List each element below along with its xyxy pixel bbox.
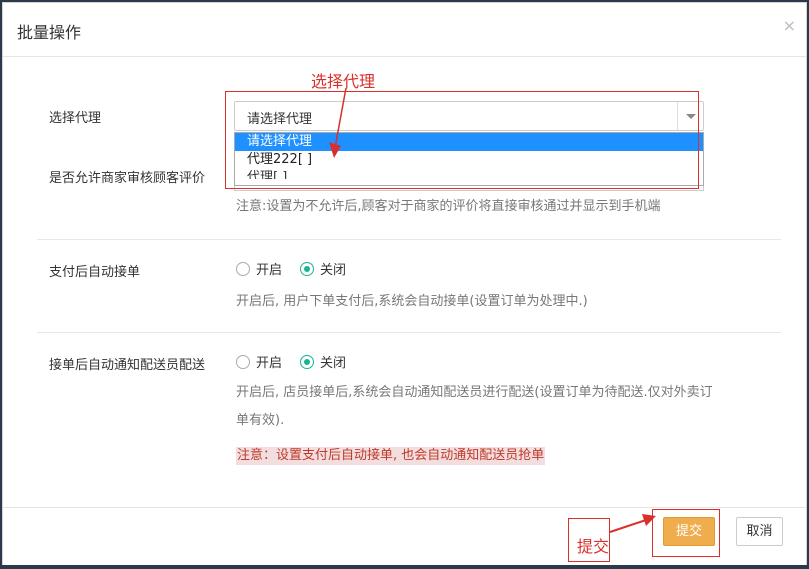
auto-notify-note-line1: 开启后, 店员接单后,系统会自动通知配送员进行配送(设置订单为待配送.仅对外卖订 <box>236 385 713 400</box>
auto-accept-off-label[interactable]: 关闭 <box>320 259 346 278</box>
modal-title: 批量操作 <box>17 23 82 42</box>
auto-accept-label: 支付后自动接单 <box>49 265 141 280</box>
divider <box>37 332 781 333</box>
auto-accept-off-radio[interactable] <box>300 261 315 276</box>
auto-notify-note-line2: 单有效). <box>236 413 285 428</box>
batch-operation-modal: 批量操作 × 选择代理 是否允许商家审核顾客评价 注意:设置为不允许后,顾客对于… <box>2 2 807 567</box>
auto-notify-label: 接单后自动通知配送员配送 <box>49 358 206 373</box>
divider <box>37 239 781 240</box>
agent-label: 选择代理 <box>49 111 102 126</box>
cancel-button[interactable]: 取消 <box>736 517 783 546</box>
auto-accept-on-radio[interactable] <box>236 261 250 276</box>
select-callout-box <box>225 91 699 189</box>
review-label: 是否允许商家审核顾客评价 <box>49 171 206 186</box>
submit-callout-text: 提交 <box>577 537 610 556</box>
select-callout-arrow <box>329 87 347 158</box>
auto-accept-on-label[interactable]: 开启 <box>256 259 282 278</box>
close-icon[interactable]: × <box>783 16 796 36</box>
submit-highlight-box <box>652 509 720 557</box>
auto-notify-radio-group: 开启 关闭 <box>236 352 364 371</box>
auto-notify-off-label[interactable]: 关闭 <box>320 352 346 371</box>
modal-header: 批量操作 × <box>3 3 806 57</box>
auto-notify-on-radio[interactable] <box>236 354 250 369</box>
submit-callout-arrow <box>609 514 656 533</box>
auto-notify-on-label[interactable]: 开启 <box>256 352 282 371</box>
auto-accept-radio-group: 开启 关闭 <box>236 259 364 278</box>
auto-accept-note: 开启后, 用户下单支付后,系统会自动接单(设置订单为处理中.) <box>236 294 588 309</box>
review-note: 注意:设置为不允许后,顾客对于商家的评价将直接审核通过并显示到手机端 <box>236 199 661 214</box>
background-strip <box>0 565 809 569</box>
auto-notify-warning: 注意：设置支付后自动接单, 也会自动通知配送员抢单 <box>236 447 546 465</box>
auto-notify-off-radio[interactable] <box>300 354 315 369</box>
